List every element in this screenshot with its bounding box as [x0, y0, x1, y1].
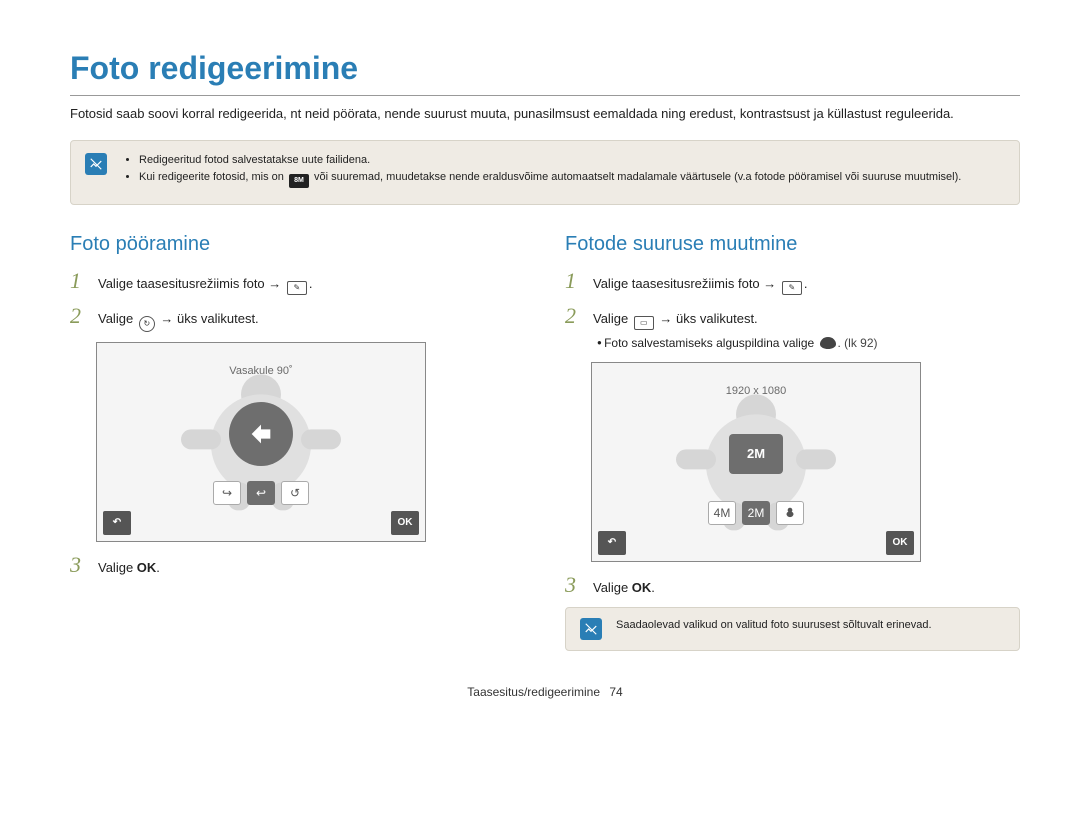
step-number: 2 [70, 305, 88, 327]
ok-label: OK [137, 560, 157, 575]
screenshot-caption: 1920 x 1080 [726, 385, 787, 397]
title-underline [70, 95, 1020, 96]
step-2-right: 2 Valige ▭ → üks valikutest. Foto salves… [565, 305, 1020, 352]
sub-item-startimage: Foto salvestamiseks alguspildina valige … [597, 334, 878, 352]
screenshot-caption: Vasakule 90˚ [229, 365, 292, 377]
note-icon [580, 618, 602, 640]
startimage-icon [820, 337, 836, 349]
rotate-preview-icon [229, 402, 293, 466]
step-2-left: 2 Valige ↻ → üks valikutest. [70, 305, 525, 332]
rotate-options-row: ↪ ↩ ↺ [213, 481, 309, 505]
edit-menu-icon: ✎ [782, 281, 802, 295]
note-item-1: Redigeeritud fotod salvestatakse uute fa… [139, 153, 961, 168]
step-number: 3 [70, 554, 88, 576]
heading-resize: Fotode suuruse muutmine [565, 233, 1020, 256]
resolution-icon-8m: 8M [289, 174, 309, 188]
step-3-left: 3 Valige OK. [70, 554, 525, 578]
resize-option-icon: ▭ [634, 316, 654, 330]
resize-preview-icon: 2M [729, 434, 783, 474]
ok-button[interactable]: OK [886, 531, 914, 555]
note-box-bottom: Saadaolevad valikud on valitud foto suur… [565, 607, 1020, 651]
column-resize: Fotode suuruse muutmine 1 Valige taasesi… [565, 233, 1020, 652]
size-start-button[interactable] [776, 501, 804, 525]
rotate-option-icon: ↻ [139, 316, 155, 332]
resize-options-row: 4M 2M [708, 501, 804, 525]
edit-menu-icon: ✎ [287, 281, 307, 295]
ok-label: OK [632, 580, 652, 595]
note-text: Saadaolevad valikud on valitud foto suur… [616, 618, 932, 633]
note-list: Redigeeritud fotod salvestatakse uute fa… [121, 153, 961, 190]
column-rotate: Foto pööramine 1 Valige taasesitusrežiim… [70, 233, 525, 652]
note-icon [85, 153, 107, 175]
page-title: Foto redigeerimine [70, 50, 1020, 87]
step-number: 2 [565, 305, 583, 327]
step-number: 1 [70, 270, 88, 292]
step-1-right: 1 Valige taasesitusrežiimis foto → ✎. [565, 270, 1020, 295]
step-3-right: 3 Valige OK. [565, 574, 1020, 598]
intro-paragraph: Fotosid saab soovi korral redigeerida, n… [70, 104, 1010, 124]
back-button[interactable]: ↶ [598, 531, 626, 555]
footer-section-label: Taasesitus/redigeerimine [467, 685, 600, 699]
back-button[interactable]: ↶ [103, 511, 131, 535]
screenshot-resize: 1920 x 1080 2M 4M 2M ↶ OK [591, 362, 921, 562]
rotate-180-button[interactable]: ↺ [281, 481, 309, 505]
document-page: Foto redigeerimine Fotosid saab soovi ko… [0, 0, 1080, 699]
ok-button[interactable]: OK [391, 511, 419, 535]
size-2m-button-selected[interactable]: 2M [742, 501, 770, 525]
heading-rotate: Foto pööramine [70, 233, 525, 256]
step-number: 3 [565, 574, 583, 596]
two-column-layout: Foto pööramine 1 Valige taasesitusrežiim… [70, 233, 1020, 652]
footer-page-number: 74 [609, 685, 622, 699]
step-number: 1 [565, 270, 583, 292]
step-1-left: 1 Valige taasesitusrežiimis foto → ✎. [70, 270, 525, 295]
rotate-left-button-selected[interactable]: ↩ [247, 481, 275, 505]
rotate-right-button[interactable]: ↪ [213, 481, 241, 505]
size-4m-button[interactable]: 4M [708, 501, 736, 525]
note-box-top: Redigeeritud fotod salvestatakse uute fa… [70, 140, 1020, 205]
screenshot-rotate: Vasakule 90˚ ↪ ↩ ↺ ↶ OK [96, 342, 426, 542]
note-item-2: Kui redigeerite fotosid, mis on 8M või s… [139, 170, 961, 188]
page-footer: Taasesitus/redigeerimine 74 [70, 685, 1020, 699]
